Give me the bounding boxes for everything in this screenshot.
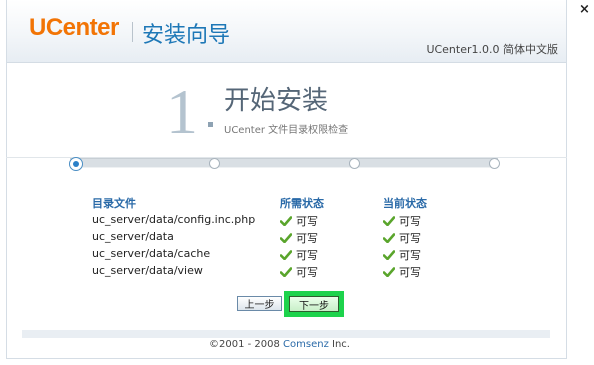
required-status: 可写 <box>280 213 318 229</box>
installer-title: 安装向导 <box>142 23 231 48</box>
table-row-path: uc_server/data <box>92 230 174 243</box>
next-step-highlight: 下一步 <box>284 291 344 317</box>
table-row-path: uc_server/data/config.inc.php <box>92 213 256 226</box>
progress-track <box>70 158 498 168</box>
check-icon <box>383 233 395 243</box>
step-subtitle: UCenter 文件目录权限检查 <box>224 125 349 136</box>
check-icon <box>280 216 292 226</box>
logo-divider <box>132 22 133 42</box>
ucenter-logo: UCenter <box>29 14 119 41</box>
table-row-path: uc_server/data/cache <box>92 247 211 260</box>
check-icon <box>383 267 395 277</box>
current-status: 可写 <box>383 247 421 263</box>
previous-step-button[interactable]: 上一步 <box>237 296 282 311</box>
progress-step-2 <box>209 158 220 169</box>
check-icon <box>280 267 292 277</box>
header: UCenter 安装向导 UCenter1.0.0 简体中文版 <box>7 0 566 63</box>
footer-brand: Comsenz <box>283 339 329 350</box>
current-status: 可写 <box>383 264 421 280</box>
column-header-required: 所需状态 <box>280 197 324 210</box>
footer-suffix: Inc. <box>328 339 350 350</box>
check-icon <box>280 233 292 243</box>
step-title: 开始安装 <box>224 86 329 116</box>
footer: ©2001 - 2008 Comsenz Inc. <box>0 339 559 350</box>
check-icon <box>280 250 292 260</box>
close-icon[interactable]: × <box>579 2 590 17</box>
required-status: 可写 <box>280 264 318 280</box>
check-icon <box>383 250 395 260</box>
step-number-dot <box>208 122 213 127</box>
next-step-button[interactable]: 下一步 <box>289 296 339 312</box>
column-header-directory: 目录文件 <box>92 197 136 210</box>
progress-step-1 <box>69 157 83 171</box>
required-status: 可写 <box>280 247 318 263</box>
check-icon <box>383 216 395 226</box>
footer-bar <box>22 330 550 338</box>
current-status: 可写 <box>383 230 421 246</box>
current-status: 可写 <box>383 213 421 229</box>
footer-copyright: ©2001 - 2008 <box>209 339 284 350</box>
progress-step-3 <box>349 158 360 169</box>
step-number: 1 <box>166 76 198 147</box>
progress-step-4 <box>489 158 500 169</box>
version-label: UCenter1.0.0 简体中文版 <box>426 43 558 56</box>
column-header-current: 当前状态 <box>383 197 427 210</box>
table-row-path: uc_server/data/view <box>92 264 203 277</box>
required-status: 可写 <box>280 230 318 246</box>
